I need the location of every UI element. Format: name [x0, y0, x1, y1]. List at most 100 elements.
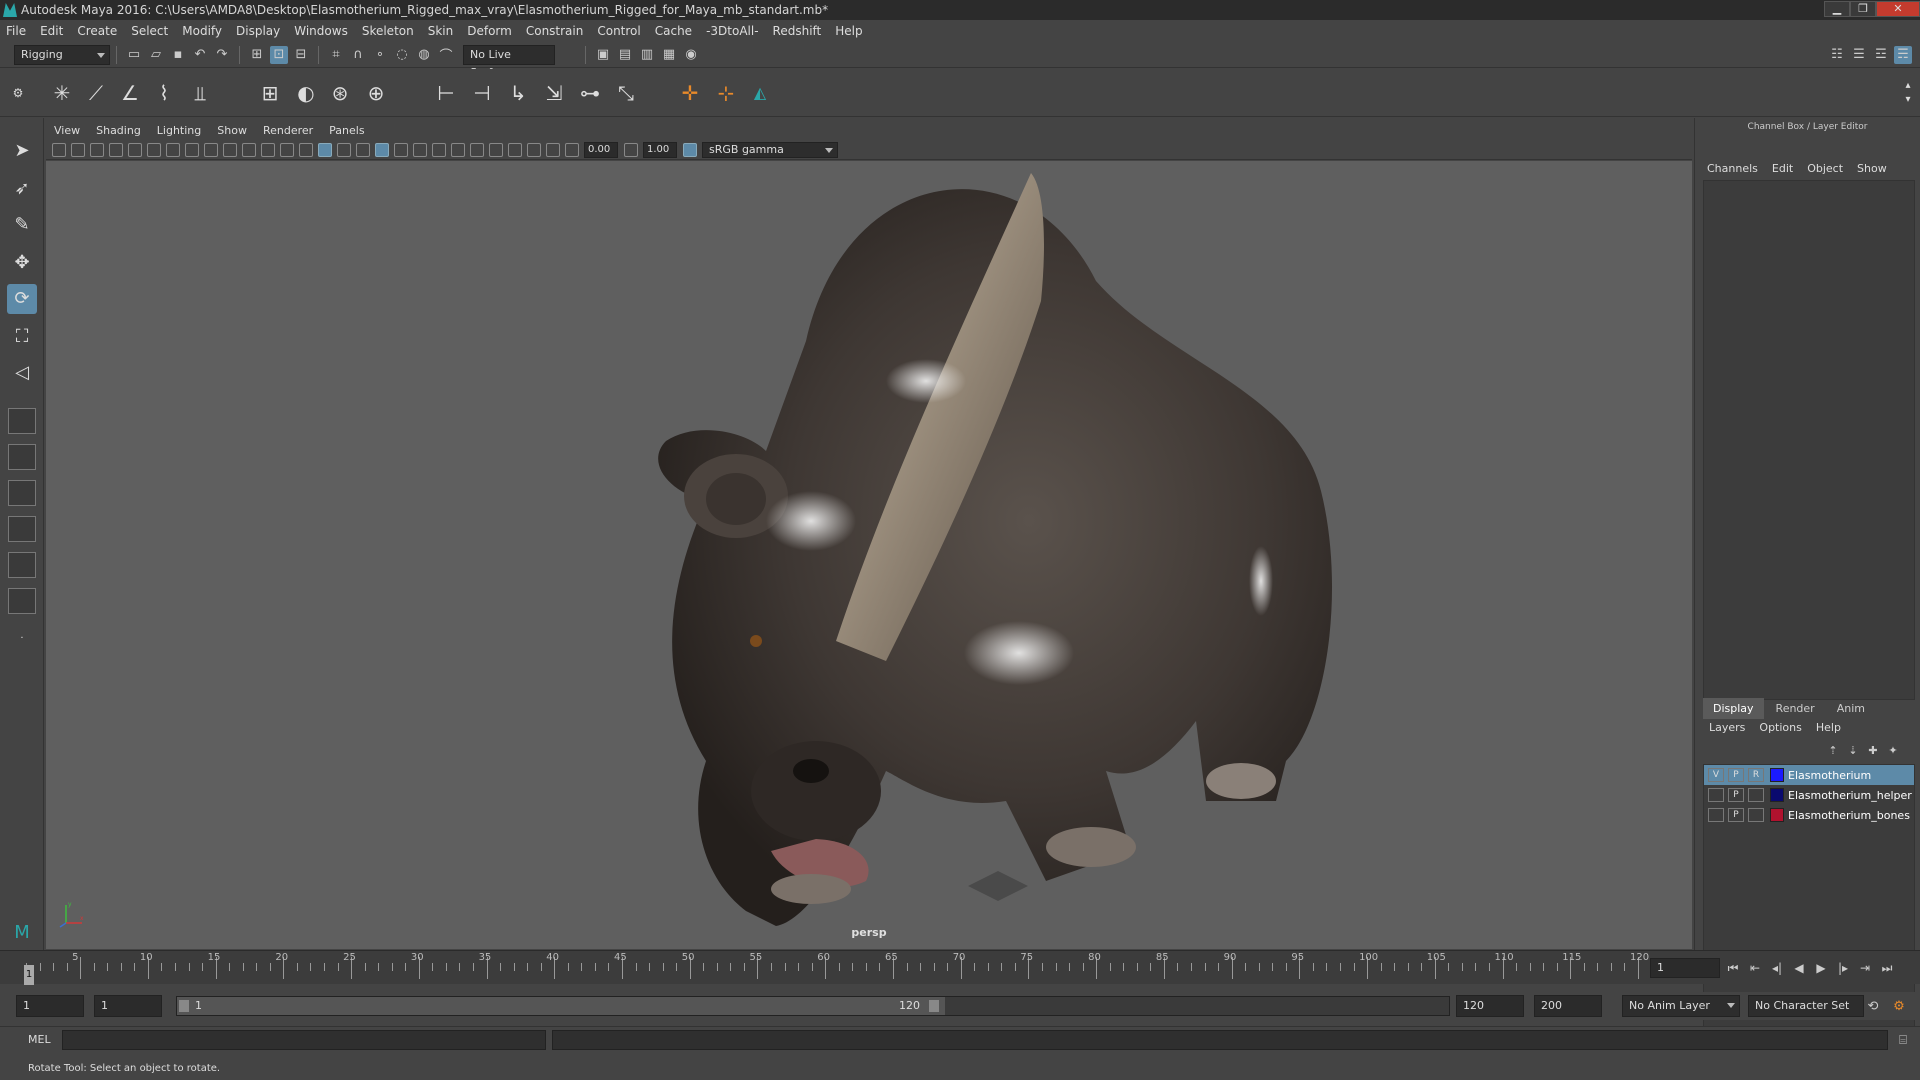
- command-input[interactable]: [62, 1030, 546, 1050]
- layer-row[interactable]: P Elasmotherium_helper: [1704, 785, 1914, 805]
- layer-visibility-toggle[interactable]: V: [1708, 768, 1724, 782]
- attribute-editor-toggle-icon[interactable]: ☷: [1828, 46, 1846, 64]
- gamma-field[interactable]: 1.00: [643, 141, 677, 158]
- channel-box-area[interactable]: [1703, 180, 1915, 700]
- default-material-icon[interactable]: [356, 142, 370, 157]
- minimize-button[interactable]: ▁: [1824, 1, 1850, 17]
- shelf-scroll-icon[interactable]: ▴ ▾: [1894, 79, 1920, 107]
- menu-select[interactable]: Select: [131, 24, 168, 38]
- grid-icon[interactable]: [166, 142, 180, 157]
- color-space-dropdown[interactable]: sRGB gamma: [702, 141, 838, 158]
- channel-box-menu-show[interactable]: Show: [1857, 162, 1887, 175]
- step-back-key-icon[interactable]: ⇤: [1744, 958, 1766, 978]
- lattice-icon[interactable]: ⊛: [326, 79, 354, 107]
- select-component-icon[interactable]: ⊟: [292, 46, 310, 64]
- camera-attributes-icon[interactable]: [71, 142, 85, 157]
- layer-playback-toggle[interactable]: P: [1728, 808, 1744, 822]
- maximize-button[interactable]: ❐: [1850, 1, 1876, 17]
- menu-file[interactable]: File: [6, 24, 26, 38]
- script-editor-icon[interactable]: ⌸: [1894, 1031, 1912, 1049]
- smooth-shade-icon[interactable]: [318, 142, 332, 157]
- scale-tool-icon[interactable]: ⛶: [7, 322, 37, 352]
- joint-tool-icon[interactable]: ✳: [48, 79, 76, 107]
- image-plane-icon[interactable]: [109, 142, 123, 157]
- layer-visibility-toggle[interactable]: [1708, 788, 1724, 802]
- select-hierarchy-icon[interactable]: ⊞: [248, 46, 266, 64]
- orient-constraint-icon[interactable]: ↳: [504, 79, 532, 107]
- viewport-menu-lighting[interactable]: Lighting: [157, 124, 201, 137]
- menu-create[interactable]: Create: [77, 24, 117, 38]
- viewport-menu-show[interactable]: Show: [217, 124, 247, 137]
- single-perspective-layout-icon[interactable]: [8, 408, 36, 434]
- outliner-toggle-icon[interactable]: ☲: [1872, 46, 1890, 64]
- snap-grid-icon[interactable]: ⌗: [327, 46, 345, 64]
- layer-reference-toggle[interactable]: R: [1748, 768, 1764, 782]
- tab-display[interactable]: Display: [1703, 698, 1764, 719]
- menu-cache[interactable]: Cache: [655, 24, 692, 38]
- rotate-tool-icon[interactable]: ⟳: [7, 284, 37, 314]
- last-tool-icon[interactable]: ◁: [7, 358, 37, 388]
- cluster-handle-icon[interactable]: ⊹: [712, 79, 740, 107]
- pole-vector-icon[interactable]: ⤡: [612, 79, 640, 107]
- mirror-joint-icon[interactable]: ⫫: [186, 79, 214, 107]
- channel-box-toggle-icon[interactable]: ☴: [1894, 45, 1912, 64]
- shelf-options-icon[interactable]: ⚙: [4, 79, 32, 107]
- animation-end-field[interactable]: 200: [1534, 995, 1602, 1017]
- tab-anim[interactable]: Anim: [1827, 698, 1875, 719]
- go-to-end-icon[interactable]: ⏭: [1876, 958, 1898, 978]
- time-slider[interactable]: 5 10 15 20 25 30 35 40 45 50 55 60 65 70 75 80 85 90 95 100…: [0, 950, 1920, 985]
- gate-mask-icon[interactable]: [223, 142, 237, 157]
- layer-playback-toggle[interactable]: P: [1728, 788, 1744, 802]
- menu-deform[interactable]: Deform: [467, 24, 512, 38]
- range-start-handle[interactable]: [179, 1000, 189, 1012]
- ik-handle-icon[interactable]: ∠: [116, 79, 144, 107]
- locator-icon[interactable]: ✛: [676, 79, 704, 107]
- insert-joint-icon[interactable]: ⟋: [82, 79, 110, 107]
- select-tool-icon[interactable]: ➤: [7, 136, 37, 166]
- new-scene-icon[interactable]: ▭: [125, 46, 143, 64]
- render-settings-icon[interactable]: ▦: [660, 46, 678, 64]
- animation-preferences-icon[interactable]: ⚙: [1890, 997, 1908, 1015]
- more-layouts-icon[interactable]: ·: [7, 624, 37, 654]
- timeline[interactable]: 5 10 15 20 25 30 35 40 45 50 55 60 65 70 75 80 85 90 95 100…: [26, 951, 1649, 985]
- exposure-field[interactable]: 0.00: [584, 141, 618, 158]
- hypershade-icon[interactable]: ◉: [682, 46, 700, 64]
- exposure-icon[interactable]: [565, 142, 579, 157]
- cluster-icon[interactable]: ⊕: [362, 79, 390, 107]
- maya-plugin-icon[interactable]: ◭: [746, 79, 774, 107]
- persp-outliner-layout-icon[interactable]: [8, 480, 36, 506]
- go-to-start-icon[interactable]: ⏮: [1722, 958, 1744, 978]
- screen-space-ao-icon[interactable]: [432, 142, 446, 157]
- step-forward-key-icon[interactable]: ⇥: [1854, 958, 1876, 978]
- parent-constraint-icon[interactable]: ⊶: [576, 79, 604, 107]
- current-frame-field[interactable]: 1: [1650, 958, 1720, 978]
- camera-select-icon[interactable]: [52, 142, 66, 157]
- animation-start-field[interactable]: 1: [16, 995, 84, 1017]
- auto-key-icon[interactable]: ⟲: [1864, 997, 1882, 1015]
- hypershade-layout-icon[interactable]: [8, 552, 36, 578]
- lasso-tool-icon[interactable]: ➶: [7, 174, 37, 204]
- four-view-layout-icon[interactable]: [8, 444, 36, 470]
- step-forward-frame-icon[interactable]: |▸: [1832, 958, 1854, 978]
- menu-3dtoall[interactable]: -3DtoAll-: [706, 24, 758, 38]
- color-management-icon[interactable]: [683, 142, 697, 157]
- film-gate-icon[interactable]: [185, 142, 199, 157]
- anti-aliasing-icon[interactable]: [470, 142, 484, 157]
- play-forwards-icon[interactable]: ▶: [1810, 958, 1832, 978]
- field-chart-icon[interactable]: [242, 142, 256, 157]
- move-layer-down-icon[interactable]: ⇣: [1845, 742, 1861, 758]
- menuset-dropdown[interactable]: Rigging: [14, 44, 110, 65]
- layer-reference-toggle[interactable]: [1748, 788, 1764, 802]
- step-back-frame-icon[interactable]: ◂|: [1766, 958, 1788, 978]
- move-layer-up-icon[interactable]: ⇡: [1825, 742, 1841, 758]
- layer-color-swatch[interactable]: [1770, 788, 1784, 802]
- safe-action-icon[interactable]: [261, 142, 275, 157]
- menu-display[interactable]: Display: [236, 24, 280, 38]
- menu-skeleton[interactable]: Skeleton: [362, 24, 414, 38]
- range-end-handle[interactable]: [929, 1000, 939, 1012]
- viewport-menu-shading[interactable]: Shading: [96, 124, 141, 137]
- menu-redshift[interactable]: Redshift: [773, 24, 822, 38]
- range-handle[interactable]: [177, 997, 945, 1015]
- grease-pencil-icon[interactable]: [147, 142, 161, 157]
- wireframe-icon[interactable]: [299, 142, 313, 157]
